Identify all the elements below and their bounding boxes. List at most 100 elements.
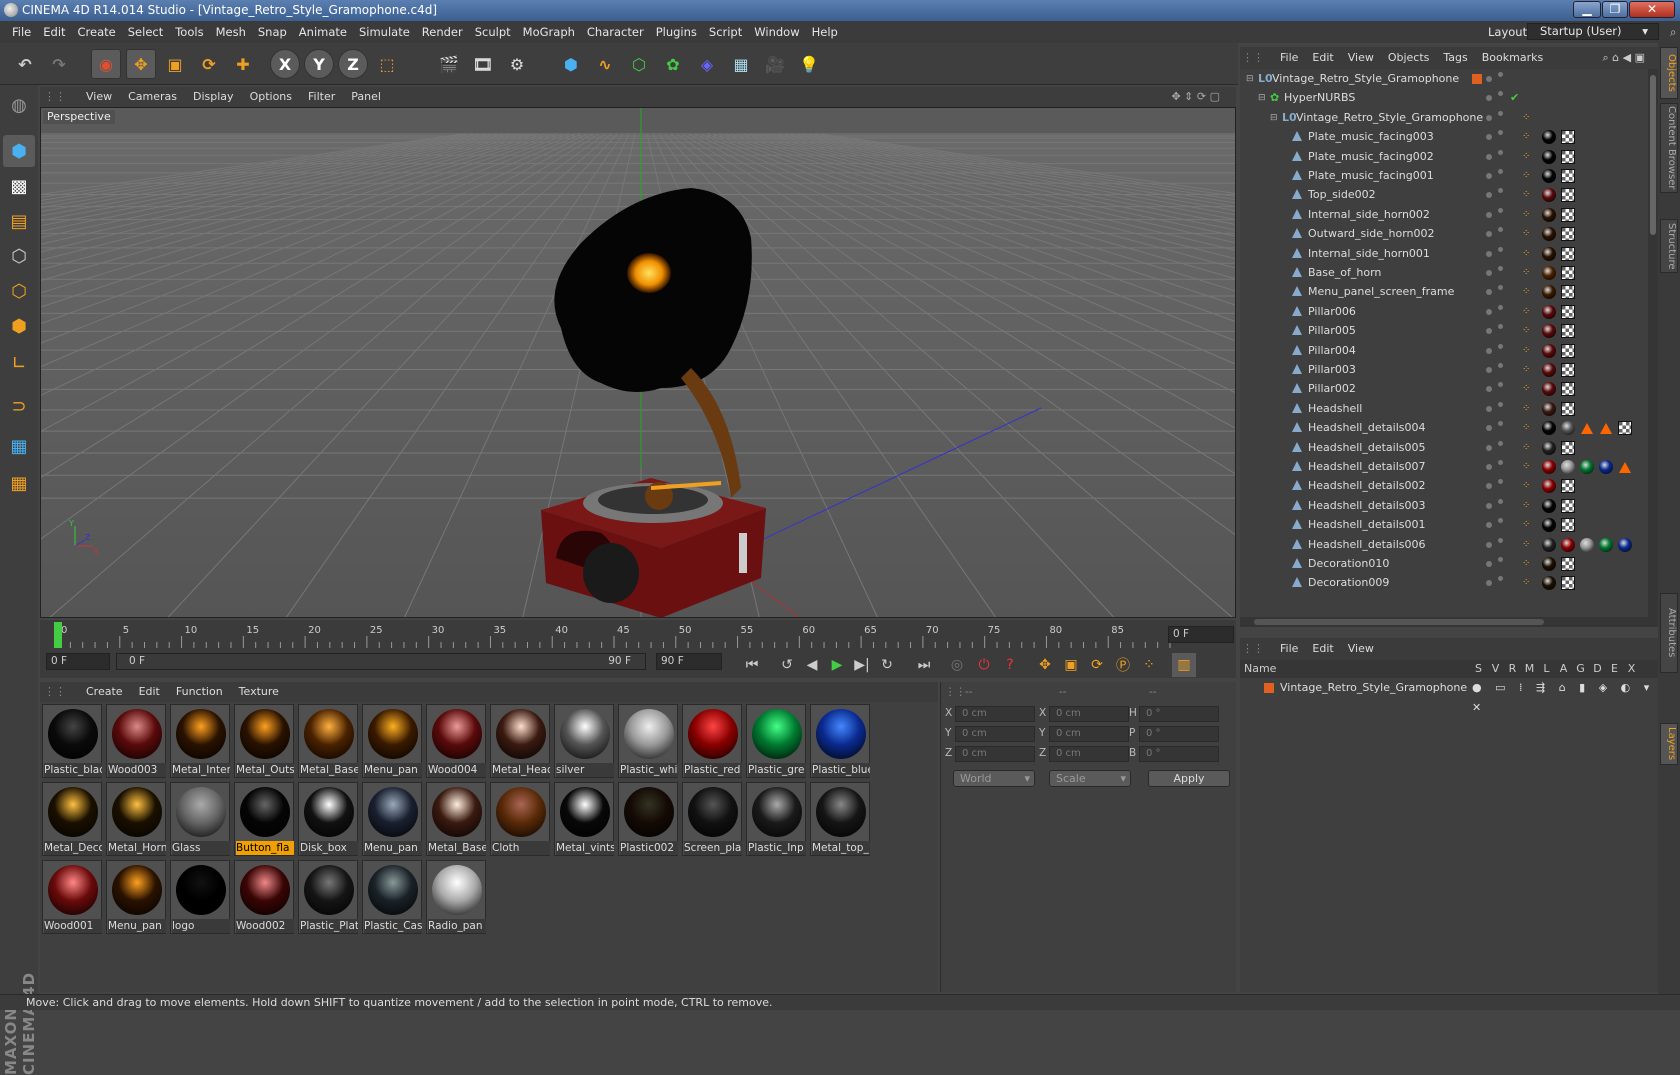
texture-tag-icon[interactable] [1561, 149, 1575, 164]
menu-tools[interactable]: Tools [169, 21, 209, 43]
menu-animate[interactable]: Animate [293, 21, 353, 43]
material-swatch[interactable]: Disk_box [298, 782, 358, 856]
render-dot-icon[interactable] [1498, 266, 1503, 271]
material-swatch[interactable]: Plastic_Plat [298, 860, 358, 934]
material-swatch[interactable]: Plastic_Cas [362, 860, 422, 934]
texture-tag-icon[interactable] [1561, 518, 1575, 533]
material-swatch[interactable]: Metal_Head [490, 704, 550, 778]
coord-field[interactable]: 0 cm [1049, 746, 1129, 762]
visibility-dot-icon[interactable] [1486, 386, 1492, 393]
material-swatch[interactable]: Metal_Inter [170, 704, 230, 778]
visibility-dot-icon[interactable] [1486, 444, 1492, 451]
material-tag-icon[interactable] [1561, 460, 1575, 474]
viewport-menu-filter[interactable]: Filter [300, 87, 343, 107]
material-tag-icon[interactable] [1542, 246, 1556, 261]
material-tag-icon[interactable] [1542, 460, 1556, 474]
layer-col-g[interactable]: G [1572, 660, 1589, 678]
timeline-ruler[interactable]: 051015202530354045505560657075808590 [50, 620, 1180, 650]
layer-col-d[interactable]: D [1589, 660, 1606, 678]
material-swatch[interactable]: Plastic_red [682, 704, 742, 778]
menu-snap[interactable]: Snap [252, 21, 293, 43]
object-row[interactable]: ⊟ L0 Vintage_Retro_Style_Gramophone ⁘ [1240, 108, 1648, 128]
render-dot-icon[interactable] [1498, 91, 1503, 97]
perspective-viewport[interactable]: Y X Z Perspective [40, 107, 1236, 618]
object-menu-edit[interactable]: Edit [1305, 47, 1340, 69]
material-swatch[interactable]: Wood001 [42, 860, 102, 934]
texture-tag-icon[interactable] [1561, 324, 1575, 339]
key-rotation-icon[interactable]: ⟳ [1085, 653, 1109, 677]
coord-field[interactable]: 0 cm [1049, 706, 1129, 722]
object-row[interactable]: Headshell_details005 ⁘ [1240, 438, 1648, 458]
visibility-dot-icon[interactable] [1486, 308, 1492, 315]
material-tag-icon[interactable] [1600, 423, 1612, 435]
material-tag-icon[interactable] [1580, 537, 1594, 552]
live-selection-icon[interactable]: ◉ [91, 49, 121, 79]
material-tag-icon[interactable] [1542, 149, 1556, 164]
material-swatch[interactable]: Wood004 [426, 704, 486, 778]
deformer-icon[interactable]: ◈ [692, 49, 722, 79]
object-row[interactable]: Top_side002 ⁘ [1240, 185, 1648, 205]
object-row[interactable]: Headshell_details001 ⁘ [1240, 515, 1648, 535]
right-tab-objects[interactable]: Objects [1660, 47, 1678, 99]
expand-toggle-icon[interactable]: ⊟ [1258, 88, 1266, 108]
texture-tag-icon[interactable] [1561, 401, 1575, 416]
material-tag-icon[interactable] [1580, 460, 1594, 474]
menu-edit[interactable]: Edit [37, 21, 71, 43]
menu-help[interactable]: Help [806, 21, 844, 43]
material-swatch[interactable]: Plastic_blac [42, 704, 102, 778]
visibility-dot-icon[interactable] [1486, 464, 1492, 470]
visibility-dot-icon[interactable] [1486, 328, 1492, 335]
object-row[interactable]: Pillar002 ⁘ [1240, 379, 1648, 399]
texture-tag-icon[interactable] [1561, 246, 1575, 261]
x-axis-lock-button[interactable]: X [270, 49, 300, 79]
object-menu-file[interactable]: File [1273, 47, 1305, 69]
material-swatch[interactable]: Menu_pan [362, 782, 422, 856]
render-dot-icon[interactable] [1498, 149, 1503, 155]
material-swatch[interactable]: Plastic_whi [618, 704, 678, 778]
visibility-dot-icon[interactable] [1486, 289, 1492, 296]
layer-menu-view[interactable]: View [1341, 638, 1381, 660]
coordinate-system-icon[interactable]: ⬚ [372, 49, 402, 79]
material-tag-icon[interactable] [1542, 382, 1556, 397]
start-frame-field[interactable]: 0 F [46, 653, 110, 670]
material-swatch[interactable]: Metal_vints [554, 782, 614, 856]
material-swatch[interactable]: Metal_Horn [106, 782, 166, 856]
material-menu-function[interactable]: Function [168, 682, 231, 702]
render-dot-icon[interactable] [1498, 363, 1503, 368]
object-search-icons[interactable]: ⌕ ⌂ ◀ ▣ [1596, 47, 1653, 69]
material-swatch[interactable]: Metal_top_ [810, 782, 870, 856]
object-row[interactable]: Pillar005 ⁘ [1240, 321, 1648, 341]
render-dot-icon[interactable] [1498, 382, 1503, 388]
coord-field[interactable]: 0 ° [1139, 726, 1219, 742]
next-key-icon[interactable]: ↻ [875, 653, 899, 677]
viewport-menu-cameras[interactable]: Cameras [120, 87, 185, 107]
prev-frame-icon[interactable]: ◀ [800, 653, 824, 677]
render-dot-icon[interactable] [1498, 304, 1503, 310]
texture-tag-icon[interactable] [1561, 285, 1575, 300]
visibility-dot-icon[interactable] [1486, 76, 1492, 82]
material-tag-icon[interactable] [1542, 343, 1556, 358]
coordinate-space-select[interactable]: World ▾ [953, 770, 1035, 787]
material-swatch[interactable]: Plastic002 [618, 782, 678, 856]
render-dot-icon[interactable] [1498, 246, 1503, 252]
object-row[interactable]: Headshell_details004 ⁘ [1240, 418, 1648, 438]
prev-key-icon[interactable]: ↺ [775, 653, 799, 677]
expand-toggle-icon[interactable]: ⊟ [1270, 108, 1278, 128]
material-swatch[interactable]: Plastic_blue [810, 704, 870, 778]
material-menu-create[interactable]: Create [78, 682, 131, 702]
snap-icon[interactable]: ▦ [3, 430, 35, 462]
object-row[interactable]: Internal_side_horn001 ⁘ [1240, 244, 1648, 264]
spline-icon[interactable]: ∿ [590, 49, 620, 79]
render-dot-icon[interactable] [1498, 343, 1503, 349]
restore-button[interactable]: ❐ [1602, 1, 1628, 18]
material-menu-texture[interactable]: Texture [231, 682, 287, 702]
redo-icon[interactable]: ↷ [44, 49, 74, 79]
material-tag-icon[interactable] [1561, 421, 1575, 436]
material-swatch[interactable]: Metal_Outs [234, 704, 294, 778]
key-pla-icon[interactable]: ⁘ [1137, 653, 1161, 677]
material-tag-icon[interactable] [1619, 462, 1631, 473]
layout-select[interactable]: Startup (User) ▾ [1527, 23, 1659, 40]
workplane-icon[interactable]: ▤ [3, 205, 35, 237]
material-swatch[interactable]: Wood002 [234, 860, 294, 934]
material-tag-icon[interactable] [1542, 304, 1556, 319]
